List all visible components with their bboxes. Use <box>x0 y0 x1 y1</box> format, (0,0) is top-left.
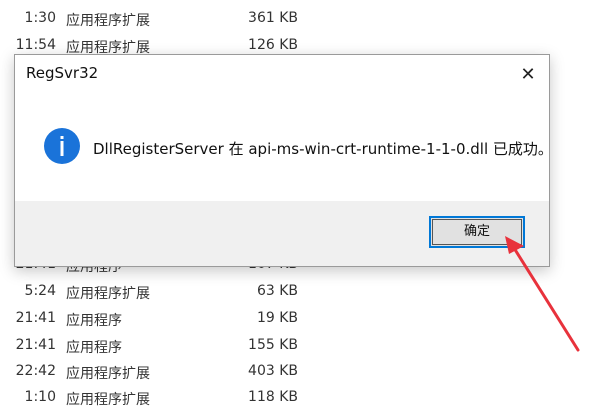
file-time: 21:41 <box>15 310 56 326</box>
file-size: 118 KB <box>248 389 298 405</box>
file-type: 应用程序扩展 <box>66 13 150 29</box>
dialog-title: RegSvr32 <box>26 64 99 82</box>
close-button[interactable]: ✕ <box>513 61 543 89</box>
file-time: 1:30 <box>24 10 56 26</box>
file-time: 21:41 <box>15 337 56 353</box>
dialog-message: DllRegisterServer 在 api-ms-win-crt-runti… <box>93 140 553 158</box>
file-row[interactable]: 1:30 应用程序扩展 361 KB <box>0 10 600 36</box>
file-size: 361 KB <box>248 10 298 26</box>
file-size: 126 KB <box>248 37 298 53</box>
file-type: 应用程序扩展 <box>66 392 150 408</box>
file-time: 22:42 <box>15 363 56 379</box>
file-type: 应用程序扩展 <box>66 286 150 302</box>
dialog-body: DllRegisterServer 在 api-ms-win-crt-runti… <box>15 93 553 201</box>
file-size: 403 KB <box>248 363 298 379</box>
file-row[interactable]: 5:24 应用程序扩展 63 KB <box>0 283 600 309</box>
file-type: 应用程序扩展 <box>66 366 150 382</box>
file-row[interactable]: 21:41 应用程序 19 KB <box>0 310 600 336</box>
close-icon: ✕ <box>520 64 536 85</box>
file-time: 11:54 <box>15 37 56 53</box>
dialog-titlebar: RegSvr32 ✕ <box>15 55 549 93</box>
file-type: 应用程序 <box>66 340 122 356</box>
file-row[interactable]: 1:10 应用程序扩展 118 KB <box>0 389 600 415</box>
dialog-footer: 确定 <box>15 201 549 266</box>
file-row[interactable]: 21:41 应用程序 155 KB <box>0 337 600 363</box>
regsvr32-dialog: RegSvr32 ✕ DllRegisterServer 在 api-ms-wi… <box>14 54 553 267</box>
file-size: 63 KB <box>256 283 298 299</box>
file-row[interactable]: 22:42 应用程序扩展 403 KB <box>0 363 600 389</box>
info-icon <box>44 128 80 164</box>
file-time: 1:10 <box>24 389 56 405</box>
file-time: 5:24 <box>24 283 56 299</box>
file-size: 155 KB <box>248 337 298 353</box>
ok-button-label: 确定 <box>463 224 490 239</box>
ok-button[interactable]: 确定 <box>429 216 525 248</box>
file-type: 应用程序 <box>66 313 122 329</box>
file-size: 19 KB <box>256 310 298 326</box>
